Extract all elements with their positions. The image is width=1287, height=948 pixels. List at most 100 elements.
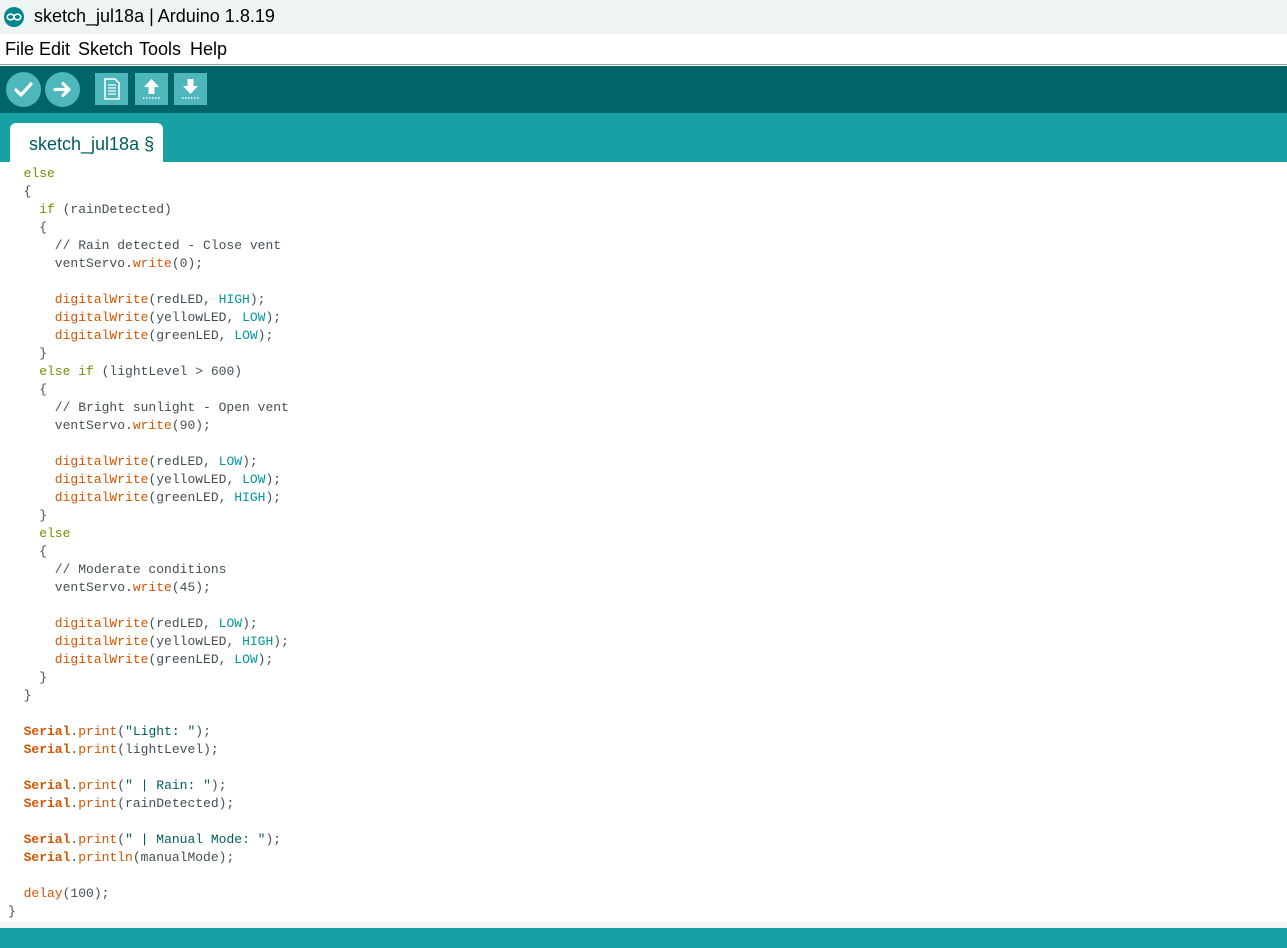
code-line: { (8, 381, 289, 399)
code-token: print (78, 724, 118, 739)
code-token: println (78, 850, 133, 865)
code-line: // Rain detected - Close vent (8, 237, 289, 255)
code-line: ventServo.write(90); (8, 417, 289, 435)
code-line: else (8, 525, 289, 543)
code-line: delay(100); (8, 885, 289, 903)
code-token: HIGH (234, 490, 266, 505)
code-line: digitalWrite(greenLED, LOW); (8, 327, 289, 345)
window-title: sketch_jul18a | Arduino 1.8.19 (34, 6, 275, 26)
save-button[interactable] (174, 73, 207, 105)
code-line: } (8, 669, 289, 687)
code-token: HIGH (242, 634, 274, 649)
code-line: digitalWrite(redLED, LOW); (8, 615, 289, 633)
code-token: // Rain detected - Close vent (8, 238, 282, 253)
code-token: "Light: " (125, 724, 196, 739)
code-line: digitalWrite(greenLED, HIGH); (8, 489, 289, 507)
code-token: ); (242, 454, 258, 469)
code-editor[interactable]: else { if (rainDetected) { // Rain detec… (0, 162, 1287, 922)
code-line: { (8, 219, 289, 237)
code-token: delay (8, 886, 63, 901)
code-token: // Bright sunlight - Open vent (8, 400, 289, 415)
code-token: digitalWrite (8, 616, 149, 631)
code-token: digitalWrite (8, 490, 149, 505)
code-token: else if (8, 364, 94, 379)
code-token: write (132, 580, 172, 595)
code-line: // Bright sunlight - Open vent (8, 399, 289, 417)
code-token: { (8, 220, 48, 235)
code-line: Serial.print("Light: "); (8, 723, 289, 741)
verify-button[interactable] (6, 72, 41, 107)
code-token: digitalWrite (8, 310, 149, 325)
code-token: ); (265, 832, 282, 847)
menu-help[interactable]: Help (190, 39, 227, 60)
open-button[interactable] (135, 73, 168, 105)
code-token: (90); (171, 418, 211, 433)
code-line: digitalWrite(greenLED, LOW); (8, 651, 289, 669)
code-token: Serial (8, 742, 71, 757)
new-button[interactable] (95, 73, 128, 105)
code-token: LOW (234, 328, 258, 343)
title-bar: sketch_jul18a | Arduino 1.8.19 (0, 0, 1287, 34)
code-line: else if (lightLevel > 600) (8, 363, 289, 381)
code-token: (rainDetected); (117, 796, 235, 811)
code-token: ); (265, 472, 282, 487)
code-token: else (8, 526, 71, 541)
code-line: digitalWrite(yellowLED, LOW); (8, 471, 289, 489)
code-token: ( (117, 778, 126, 793)
code-line: ventServo.write(0); (8, 255, 289, 273)
code-token: (rainDetected) (54, 202, 172, 217)
code-lines: else { if (rainDetected) { // Rain detec… (8, 165, 289, 921)
code-line: else (8, 165, 289, 183)
menu-sketch[interactable]: Sketch (78, 39, 133, 60)
status-bar (0, 928, 1287, 948)
code-token: ); (273, 634, 289, 649)
code-token: ); (242, 616, 258, 631)
code-token: (redLED, (148, 616, 219, 631)
menu-file[interactable]: File (5, 39, 34, 60)
tab-sketch[interactable]: sketch_jul18a § (10, 123, 163, 162)
code-token: digitalWrite (8, 634, 149, 649)
code-token: " | Rain: " (125, 778, 211, 793)
code-line: { (8, 183, 289, 201)
code-token: write (132, 418, 172, 433)
code-token: ); (257, 328, 274, 343)
code-token: digitalWrite (8, 328, 149, 343)
code-token: print (78, 796, 118, 811)
code-token: print (78, 832, 118, 847)
upload-button[interactable] (45, 72, 80, 107)
code-line: } (8, 345, 289, 363)
menu-tools[interactable]: Tools (139, 39, 181, 60)
code-token: ( (117, 724, 126, 739)
code-line: digitalWrite(redLED, LOW); (8, 453, 289, 471)
code-token: (yellowLED, (148, 310, 243, 325)
checkmark-icon (14, 82, 33, 97)
code-token: write (132, 256, 172, 271)
code-token: LOW (218, 616, 243, 631)
code-token: (redLED, (148, 292, 219, 307)
code-token: } (8, 670, 48, 685)
code-token: Serial (8, 850, 71, 865)
menu-edit[interactable]: Edit (39, 39, 70, 60)
code-token: ventServo. (8, 580, 133, 595)
code-token: (greenLED, (148, 328, 235, 343)
code-token: digitalWrite (8, 472, 149, 487)
code-line: digitalWrite(yellowLED, LOW); (8, 309, 289, 327)
code-token: (lightLevel); (117, 742, 219, 757)
code-token: (100); (62, 886, 110, 901)
code-token: { (8, 184, 32, 199)
arrow-right-icon (53, 81, 71, 98)
code-line: Serial.print(" | Rain: "); (8, 777, 289, 795)
code-token: } (8, 508, 48, 523)
code-token: ); (210, 778, 227, 793)
code-token: // Moderate conditions (8, 562, 227, 577)
code-line: if (rainDetected) (8, 201, 289, 219)
code-token: HIGH (218, 292, 250, 307)
code-token: digitalWrite (8, 292, 149, 307)
tab-strip: sketch_jul18a § (0, 113, 1287, 162)
menu-bar: File Edit Sketch Tools Help (0, 34, 1287, 65)
